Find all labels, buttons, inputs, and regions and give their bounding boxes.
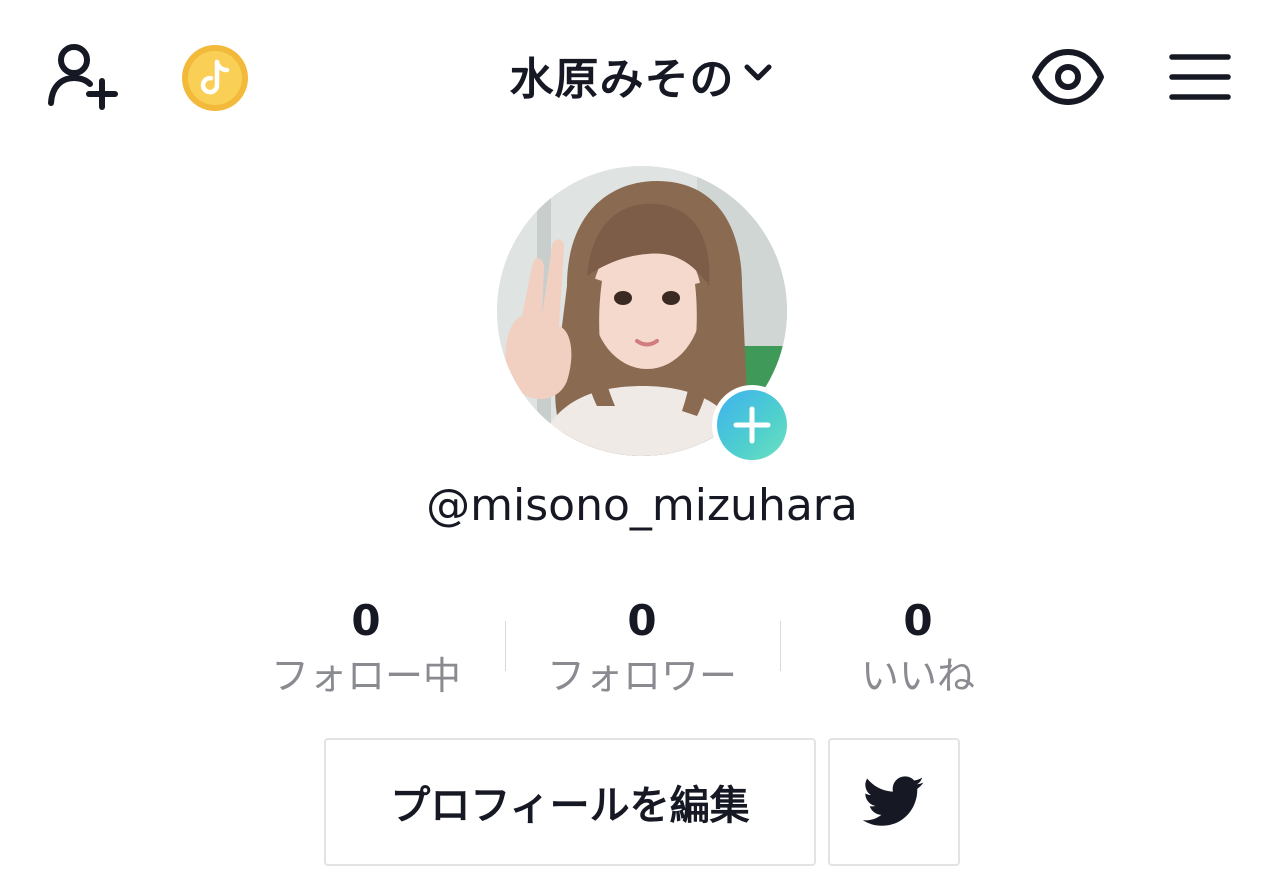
page-title: 水原みその — [509, 54, 735, 105]
divider — [780, 621, 781, 671]
stat-label: フォロワー — [546, 654, 737, 698]
twitter-bird-icon — [863, 776, 924, 826]
add-avatar-button[interactable] — [712, 385, 792, 465]
username: @misono_mizuhara — [426, 480, 858, 531]
account-switcher[interactable]: 水原みその — [510, 43, 775, 107]
hamburger-menu-icon[interactable] — [1166, 48, 1236, 106]
stat-following[interactable]: 0 フォロー中 — [246, 593, 486, 701]
stat-followers[interactable]: 0 フォロワー — [522, 593, 762, 701]
avatar-container — [497, 166, 792, 465]
stat-value: 0 — [627, 596, 657, 645]
stat-value: 0 — [351, 596, 381, 645]
stat-likes[interactable]: 0 いいね — [798, 593, 1038, 701]
stat-label: いいね — [860, 654, 975, 698]
edit-profile-button[interactable]: プロフィールを編集 — [324, 738, 816, 866]
profile-page: 水原みその @misono_mizuhara 0 フォロー中 0 フォロワー 0… — [0, 0, 1284, 889]
eye-icon[interactable] — [1030, 44, 1106, 110]
stats-row: 0 フォロー中 0 フォロワー 0 いいね — [0, 593, 1284, 703]
stat-value: 0 — [903, 596, 933, 645]
twitter-button[interactable] — [828, 738, 960, 866]
plus-icon — [733, 406, 771, 444]
divider — [505, 621, 506, 671]
stat-label: フォロー中 — [270, 654, 461, 698]
edit-profile-label: プロフィールを編集 — [390, 783, 750, 829]
plus-badge — [717, 390, 787, 460]
chevron-down-icon — [741, 61, 775, 89]
